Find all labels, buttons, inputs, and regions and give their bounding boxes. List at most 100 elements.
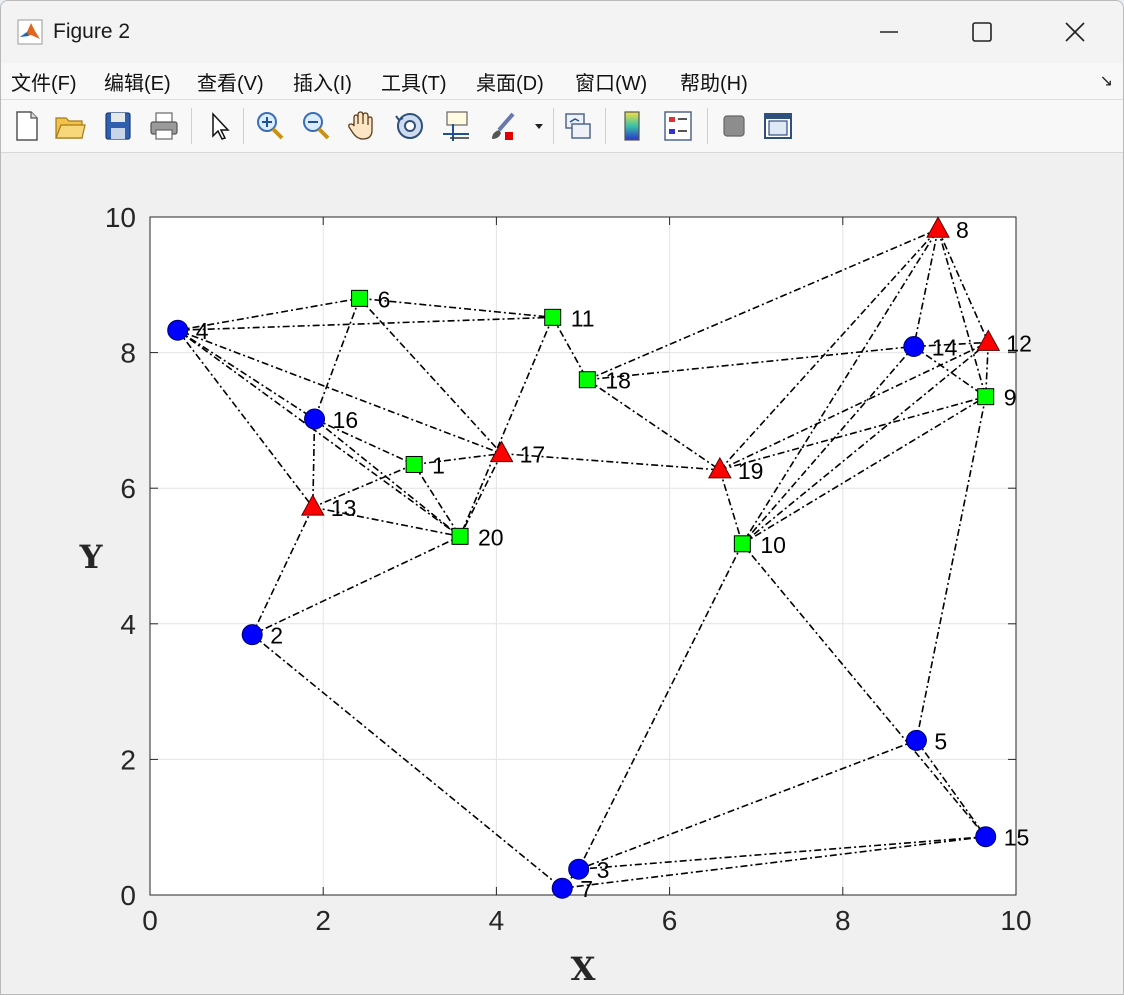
network-scatter-plot: 0 2 4 6 8 100246810XY123456789101112131415161… (79, 202, 1032, 988)
colorbar-icon (624, 111, 640, 141)
node-label: 5 (934, 728, 947, 754)
window-title: Figure 2 (53, 20, 131, 43)
menu-insert[interactable]: 插入(I) (293, 67, 352, 96)
node-circle (304, 408, 326, 430)
data-cursor-icon (443, 111, 469, 141)
show-tools-icon (764, 113, 792, 139)
y-tick-label: 10 (105, 202, 136, 233)
node-square (405, 455, 423, 473)
x-tick-label: 0 (142, 905, 158, 936)
select-pointer-button[interactable] (203, 108, 237, 144)
node-label: 11 (571, 305, 595, 331)
node-label: 20 (478, 524, 504, 550)
node-label: 10 (760, 532, 786, 558)
open-file-icon (55, 117, 86, 139)
node-label: 19 (738, 458, 764, 484)
hide-tools-icon (723, 115, 745, 137)
x-tick-label: 4 (489, 905, 505, 936)
minimize-icon (880, 31, 898, 33)
figure-toolbar (1, 100, 1123, 153)
save-button[interactable] (101, 108, 135, 144)
colorbar-button[interactable] (615, 108, 649, 144)
select-pointer-icon (212, 112, 230, 140)
zoom-in-button[interactable] (253, 108, 287, 144)
figure-window: Figure 2 文件(F) 编辑(E) 查看(V) 插入(I) 工具(T) 桌… (0, 0, 1124, 995)
y-tick-label: 2 (120, 744, 136, 775)
menu-edit[interactable]: 编辑(E) (104, 67, 171, 96)
close-button[interactable] (1029, 1, 1121, 63)
node-label: 1 (432, 452, 445, 478)
link-plot-icon (565, 113, 591, 139)
save-icon (105, 112, 131, 140)
new-figure-button[interactable] (9, 108, 43, 144)
figure-canvas[interactable]: 0 2 4 6 8 10 0 2 4 6 8 10 X Y 1 2 3 4 5 6 7 8 9 10 11 12 13 14 15 16 1… (1, 153, 1123, 994)
node-square (578, 371, 596, 389)
pan-hand-button[interactable] (345, 108, 379, 144)
menu-tools[interactable]: 工具(T) (381, 67, 447, 96)
zoom-in-icon (257, 112, 284, 140)
node-square (351, 289, 369, 307)
node-circle (167, 319, 189, 341)
node-square (733, 535, 751, 553)
node-label: 13 (331, 495, 357, 521)
y-tick-label: 4 (120, 609, 136, 640)
rotate-3d-button[interactable] (393, 108, 427, 144)
x-tick-label: 6 (662, 905, 678, 936)
data-cursor-button[interactable] (439, 108, 473, 144)
node-circle (241, 624, 263, 646)
node-label: 18 (605, 368, 631, 394)
node-label: 6 (378, 286, 391, 312)
zoom-out-icon (303, 112, 330, 140)
minimize-button[interactable] (843, 1, 935, 63)
maximize-icon (972, 22, 992, 42)
y-tick-label: 8 (120, 338, 136, 369)
menu-view[interactable]: 查看(V) (197, 67, 264, 96)
show-tools-button[interactable] (761, 108, 795, 144)
legend-icon (664, 111, 692, 141)
x-axis-label: X (571, 950, 596, 988)
node-circle (975, 826, 997, 848)
hide-tools-button[interactable] (717, 108, 751, 144)
brush-icon (492, 112, 515, 140)
toolbar-separator (707, 108, 708, 144)
matlab-app-icon (17, 19, 43, 45)
menu-bar: 文件(F) 编辑(E) 查看(V) 插入(I) 工具(T) 桌面(D) 窗口(W… (1, 63, 1123, 100)
chevron-down-icon (535, 124, 543, 129)
node-circle (905, 729, 927, 751)
node-label: 12 (1006, 330, 1032, 356)
x-tick-label: 2 (315, 905, 331, 936)
zoom-out-button[interactable] (299, 108, 333, 144)
new-figure-icon (16, 111, 38, 141)
node-label: 7 (580, 876, 593, 902)
menu-file[interactable]: 文件(F) (11, 67, 77, 96)
dock-arrow-icon[interactable]: ↘ (1100, 71, 1113, 91)
node-label: 14 (932, 334, 958, 360)
brush-dropdown-button[interactable] (529, 108, 549, 144)
node-label: 9 (1004, 385, 1017, 411)
toolbar-separator (553, 108, 554, 144)
y-axis-label: Y (79, 538, 104, 576)
node-label: 2 (270, 623, 283, 649)
y-tick-label: 0 (120, 880, 136, 911)
legend-button[interactable] (661, 108, 695, 144)
toolbar-separator (605, 108, 606, 144)
node-circle (551, 877, 573, 899)
maximize-button[interactable] (936, 1, 1028, 63)
node-label: 16 (333, 407, 359, 433)
node-square (451, 527, 469, 545)
node-square (977, 388, 995, 406)
x-tick-label: 8 (835, 905, 851, 936)
title-bar[interactable]: Figure 2 (1, 1, 1123, 63)
menu-window[interactable]: 窗口(W) (575, 67, 647, 96)
brush-button[interactable] (487, 108, 521, 144)
print-button[interactable] (147, 108, 181, 144)
node-circle (903, 335, 925, 357)
y-tick-label: 6 (120, 473, 136, 504)
close-icon (1065, 22, 1085, 42)
open-file-button[interactable] (53, 108, 87, 144)
menu-desktop[interactable]: 桌面(D) (476, 67, 544, 96)
link-plot-button[interactable] (561, 108, 595, 144)
menu-help[interactable]: 帮助(H) (680, 67, 748, 96)
node-label: 4 (196, 318, 209, 344)
rotate-3d-icon (395, 113, 423, 139)
